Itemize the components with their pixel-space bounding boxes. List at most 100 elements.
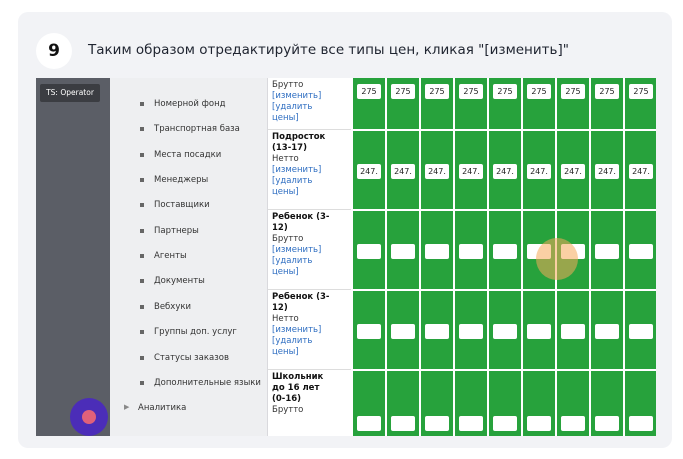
edit-link[interactable]: [изменить]	[272, 91, 351, 102]
price-input[interactable]: 275	[493, 84, 517, 99]
bullet-icon	[140, 102, 144, 106]
dark-sidebar: TS: Operator	[36, 78, 110, 436]
bullet-icon	[140, 127, 144, 131]
price-input[interactable]	[629, 324, 653, 339]
bullet-icon	[140, 356, 144, 360]
delete-link[interactable]: [удалить	[272, 336, 351, 347]
grid-divider	[385, 78, 387, 436]
click-indicator	[536, 238, 578, 280]
price-input[interactable]	[425, 324, 449, 339]
record-dot-icon	[82, 410, 96, 424]
grid-divider	[352, 289, 656, 291]
bullet-icon	[140, 254, 144, 258]
edit-link[interactable]: [изменить]	[272, 325, 351, 336]
grid-divider	[352, 369, 656, 371]
price-input[interactable]	[561, 416, 585, 431]
screenshot: TS: Operator Номерной фонд Транспортная …	[36, 78, 656, 436]
row-label-1: Брутто [изменить] [удалить цены]	[268, 78, 352, 130]
menu-item-boarding[interactable]: Места посадки	[110, 147, 268, 167]
menu-item-rooms[interactable]: Номерной фонд	[110, 96, 268, 116]
menu-item-languages[interactable]: Дополнительные языки	[110, 375, 268, 395]
grid-divider	[521, 78, 523, 436]
price-input[interactable]	[595, 416, 619, 431]
price-input[interactable]	[357, 244, 381, 259]
price-input[interactable]	[595, 324, 619, 339]
delete-link[interactable]: [удалить	[272, 102, 351, 113]
menu-item-partners[interactable]: Партнеры	[110, 223, 268, 243]
grid-divider	[351, 78, 353, 436]
price-input[interactable]	[357, 416, 381, 431]
price-input[interactable]: 275	[561, 84, 585, 99]
menu-item-agents[interactable]: Агенты	[110, 248, 268, 268]
row-label-2: Подросток (13-17) Нетто [изменить] [удал…	[268, 130, 352, 210]
price-input[interactable]	[629, 244, 653, 259]
grid-divider	[352, 129, 656, 131]
price-input[interactable]	[561, 324, 585, 339]
grid-divider	[419, 78, 421, 436]
grid-divider	[487, 78, 489, 436]
price-input[interactable]: 275	[459, 84, 483, 99]
step-number: 9	[36, 33, 72, 69]
price-input[interactable]	[493, 416, 517, 431]
bullet-icon	[140, 203, 144, 207]
price-input[interactable]: 247.	[357, 164, 381, 179]
price-input[interactable]: 275	[595, 84, 619, 99]
record-button[interactable]	[70, 398, 108, 436]
price-input[interactable]: 247.	[391, 164, 415, 179]
bullet-icon	[140, 178, 144, 182]
price-input[interactable]	[391, 244, 415, 259]
delete-link[interactable]: [удалить	[272, 256, 351, 267]
price-input[interactable]: 275	[357, 84, 381, 99]
price-input[interactable]	[629, 416, 653, 431]
price-input[interactable]	[425, 244, 449, 259]
price-input[interactable]: 275	[391, 84, 415, 99]
price-input[interactable]: 247.	[493, 164, 517, 179]
price-input[interactable]	[459, 416, 483, 431]
chevron-right-icon: ▶	[124, 403, 130, 411]
menu-item-transport[interactable]: Транспортная база	[110, 121, 268, 141]
step-card: 9 Таким образом отредактируйте все типы …	[18, 12, 672, 448]
price-input[interactable]: 247.	[595, 164, 619, 179]
row-label-3: Ребенок (3- 12) Брутто [изменить] [удали…	[268, 210, 352, 290]
step-title: Таким образом отредактируйте все типы це…	[88, 42, 569, 58]
price-input[interactable]	[493, 244, 517, 259]
price-input[interactable]: 275	[425, 84, 449, 99]
price-input[interactable]	[595, 244, 619, 259]
menu-item-managers[interactable]: Менеджеры	[110, 172, 268, 192]
menu-item-documents[interactable]: Документы	[110, 273, 268, 293]
price-input[interactable]	[425, 416, 449, 431]
operator-badge[interactable]: TS: Operator	[40, 84, 100, 102]
edit-link[interactable]: [изменить]	[272, 165, 351, 176]
menu-item-webhooks[interactable]: Вебхуки	[110, 299, 268, 319]
bullet-icon	[140, 330, 144, 334]
row-label-5: Школьник до 16 лет (0-16) Брутто	[268, 370, 352, 436]
menu-item-suppliers[interactable]: Поставщики	[110, 197, 268, 217]
price-input[interactable]: 247.	[459, 164, 483, 179]
price-input[interactable]: 247.	[629, 164, 653, 179]
price-input[interactable]: 247.	[425, 164, 449, 179]
bullet-icon	[140, 229, 144, 233]
edit-link[interactable]: [изменить]	[272, 245, 351, 256]
bullet-icon	[140, 279, 144, 283]
bullet-icon	[140, 153, 144, 157]
price-input[interactable]	[357, 324, 381, 339]
menu-item-service-groups[interactable]: Группы доп. услуг	[110, 324, 268, 344]
price-input[interactable]	[391, 324, 415, 339]
price-input[interactable]: 275	[629, 84, 653, 99]
price-input[interactable]	[493, 324, 517, 339]
menu-group-analytics[interactable]: ▶ Аналитика	[110, 400, 268, 420]
price-input[interactable]: 247.	[561, 164, 585, 179]
price-input[interactable]	[527, 324, 551, 339]
price-input[interactable]	[459, 244, 483, 259]
step-header: 9 Таким образом отредактируйте все типы …	[18, 12, 672, 78]
price-input[interactable]: 275	[527, 84, 551, 99]
grid-divider	[623, 78, 625, 436]
menu-item-order-statuses[interactable]: Статусы заказов	[110, 350, 268, 370]
price-input[interactable]: 247.	[527, 164, 551, 179]
price-input[interactable]	[459, 324, 483, 339]
price-input[interactable]	[527, 416, 551, 431]
price-table: Брутто [изменить] [удалить цены] Подрост…	[268, 78, 656, 436]
price-input[interactable]	[391, 416, 415, 431]
delete-link[interactable]: [удалить	[272, 176, 351, 187]
grid-divider	[589, 78, 591, 436]
